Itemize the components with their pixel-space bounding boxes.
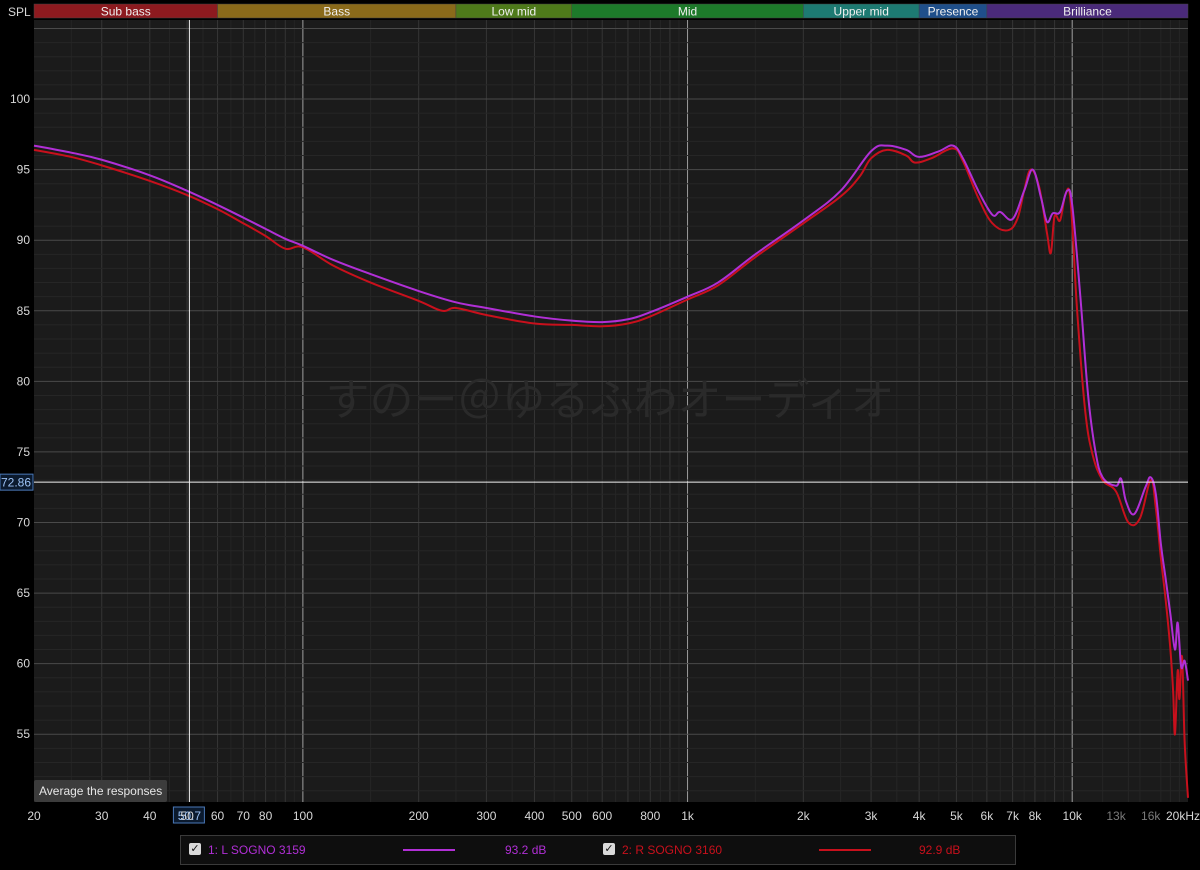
y-tick-label: 70 — [17, 516, 31, 530]
x-tick-label: 16k — [1141, 809, 1161, 823]
x-tick-label: 7k — [1006, 809, 1020, 823]
x-tick-label: 6k — [981, 809, 995, 823]
band-label: Sub bass — [101, 5, 151, 19]
x-tick-label: 70 — [237, 809, 251, 823]
x-tick-label: 5k — [950, 809, 964, 823]
y-tick-label: 90 — [17, 233, 31, 247]
x-tick-label: 300 — [476, 809, 496, 823]
frequency-bands: Sub bass Bass Low mid Mid Upper mid Presence B… — [33, 3, 1189, 19]
x-tick-label: 800 — [640, 809, 660, 823]
x-tick-label: 2k — [797, 809, 811, 823]
legend-level-r: 92.9 dB — [919, 843, 961, 857]
band-label: Presence — [928, 5, 979, 19]
band-label: Bass — [323, 5, 350, 19]
legend-item-r: ✓ 2: R SOGNO 3160 92.9 dB — [599, 836, 1017, 864]
y-tick-label: 65 — [17, 586, 31, 600]
x-tick-label: 60 — [211, 809, 225, 823]
frequency-response-chart[interactable]: Sub bass Bass Low mid Mid Upper mid Presence B… — [0, 0, 1200, 870]
x-tick-label: 10k — [1063, 809, 1083, 823]
x-tick-label: 30 — [95, 809, 109, 823]
band-label: Low mid — [491, 5, 536, 19]
x-tick-label: 20kHz — [1166, 809, 1200, 823]
y-tick-label: 95 — [17, 163, 31, 177]
x-tick-label: 1k — [681, 809, 695, 823]
x-tick-label: 600 — [592, 809, 612, 823]
legend-swatch-r — [819, 849, 871, 851]
cursor-y-readout: 72.86 — [1, 476, 31, 490]
legend-series-name-l: 1: L SOGNO 3159 — [208, 843, 306, 857]
x-tick-label: 13k — [1106, 809, 1126, 823]
x-tick-label: 8k — [1029, 809, 1043, 823]
y-axis-title: SPL — [8, 5, 31, 19]
y-tick-label: 80 — [17, 374, 31, 388]
legend-series-name-r: 2: R SOGNO 3160 — [622, 843, 723, 857]
legend: ✓ 1: L SOGNO 3159 93.2 dB ✓ 2: R SOGNO 3… — [180, 835, 1016, 865]
band-label: Upper mid — [834, 5, 889, 19]
x-tick-label: 200 — [409, 809, 429, 823]
average-responses-button[interactable]: Average the responses — [34, 780, 168, 802]
x-tick-label: 80 — [259, 809, 273, 823]
y-tick-label: 60 — [17, 657, 31, 671]
band-label: Brilliance — [1063, 5, 1112, 19]
legend-checkbox-r[interactable]: ✓ — [603, 843, 615, 855]
legend-swatch-l — [403, 849, 455, 851]
x-tick-label: 4k — [913, 809, 927, 823]
x-tick-label: 20 — [27, 809, 41, 823]
watermark: すのー＠ゆるふわオーディオ — [326, 375, 895, 426]
x-tick-label: 100 — [293, 809, 313, 823]
legend-checkbox-l[interactable]: ✓ — [189, 843, 201, 855]
legend-level-l: 93.2 dB — [505, 843, 547, 857]
x-tick-label: 3k — [865, 809, 879, 823]
legend-item-l: ✓ 1: L SOGNO 3159 93.2 dB — [181, 836, 599, 864]
band-label: Mid — [678, 5, 697, 19]
y-axis: SPL 55 60 65 70 75 80 85 90 95 100 — [8, 5, 31, 741]
y-tick-label: 55 — [17, 727, 31, 741]
x-tick-label: 500 — [562, 809, 582, 823]
y-tick-label: 100 — [10, 92, 30, 106]
y-tick-label: 75 — [17, 445, 31, 459]
x-tick-label: 50 — [180, 809, 194, 823]
y-tick-label: 85 — [17, 304, 31, 318]
x-tick-label: 40 — [143, 809, 157, 823]
x-tick-label: 400 — [524, 809, 544, 823]
